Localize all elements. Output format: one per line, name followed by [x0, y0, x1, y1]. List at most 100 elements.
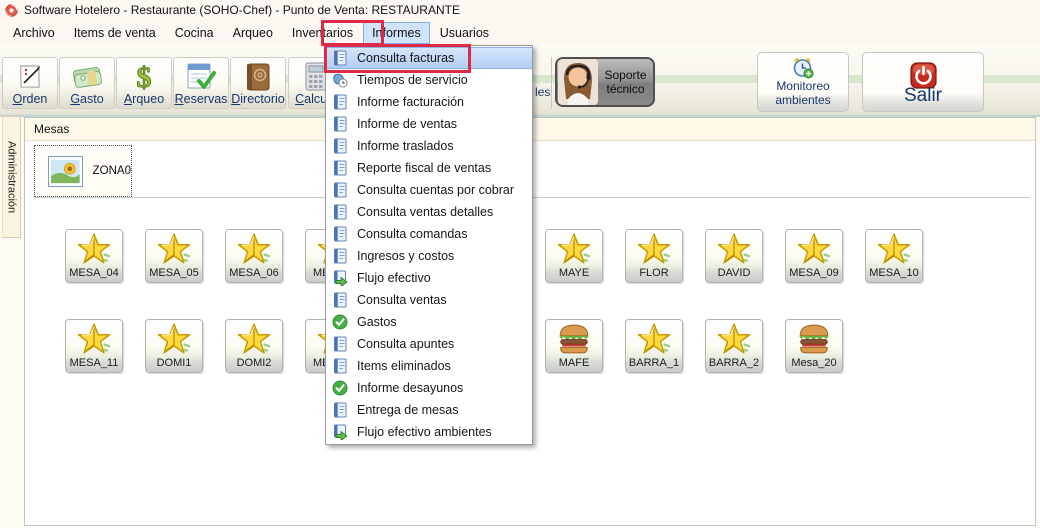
- mesa-label: DOMI1: [146, 357, 202, 369]
- mesa-icon: [636, 322, 672, 356]
- menu-bar-item[interactable]: Usuarios: [431, 22, 498, 44]
- dropdown-menu-item-label: Items eliminados: [357, 359, 451, 373]
- dropdown-menu-item-label: Consulta comandas: [357, 227, 467, 241]
- mesa-label: BARRA_2: [706, 357, 762, 369]
- mesa-button[interactable]: MAYE: [545, 229, 603, 283]
- mesa-label: MAYE: [546, 267, 602, 279]
- dropdown-menu-item[interactable]: Consulta cuentas por cobrar: [326, 179, 532, 201]
- menu-item-icon: [332, 182, 348, 198]
- menu-bar: Archivo Items de venta Cocina Arqueo Inv…: [0, 20, 1040, 45]
- menu-bar-item[interactable]: Arqueo: [224, 22, 282, 44]
- dropdown-menu-item[interactable]: Ingresos y costos: [326, 245, 532, 267]
- menu-item-icon: [332, 204, 348, 220]
- dropdown-menu-item-label: Informe facturación: [357, 95, 464, 109]
- dropdown-menu-item[interactable]: Consulta comandas: [326, 223, 532, 245]
- zone-image-icon: [48, 156, 83, 187]
- informes-dropdown-menu: Consulta facturas Tiempos de servicio In…: [325, 45, 533, 445]
- directorio-button[interactable]: Directorio: [230, 57, 286, 109]
- menu-item-icon: [332, 402, 348, 418]
- mesa-label: DAVID: [706, 267, 762, 279]
- annotation-box-informes: [321, 20, 384, 46]
- monitoreo-ambientes-button[interactable]: Monitoreo ambientes: [757, 52, 849, 112]
- app-window: Software Hotelero - Restaurante (SOHO-Ch…: [0, 0, 1040, 528]
- directory-book-icon: [243, 61, 273, 93]
- clipped-button-label-fragment: les: [535, 85, 550, 99]
- dropdown-menu-item-label: Tiempos de servicio: [357, 73, 468, 87]
- mesa-icon: [156, 322, 192, 356]
- gasto-button[interactable]: Gasto: [59, 57, 115, 109]
- salir-button[interactable]: Salir: [862, 52, 984, 112]
- dropdown-menu-item[interactable]: Flujo efectivo ambientes: [326, 421, 532, 443]
- mesa-label: MESA_04: [66, 267, 122, 279]
- title-bar: Software Hotelero - Restaurante (SOHO-Ch…: [0, 0, 1040, 20]
- mesa-button[interactable]: DOMI2: [225, 319, 283, 373]
- monitor-clock-icon: [792, 57, 814, 79]
- dropdown-menu-item[interactable]: Informe traslados: [326, 135, 532, 157]
- mesa-label: MESA_11: [66, 357, 122, 369]
- dropdown-menu-item-label: Ingresos y costos: [357, 249, 454, 263]
- dropdown-menu-item[interactable]: Consulta ventas: [326, 289, 532, 311]
- reservas-button[interactable]: Reservas: [173, 57, 229, 109]
- mesa-icon: [716, 232, 752, 266]
- dropdown-menu-item[interactable]: Informe facturación: [326, 91, 532, 113]
- dropdown-menu-item-label: Flujo efectivo ambientes: [357, 425, 492, 439]
- support-agent-photo: [558, 59, 598, 105]
- menu-item-icon: [332, 314, 348, 330]
- mesa-label: MESA_05: [146, 267, 202, 279]
- dropdown-menu-item[interactable]: Gastos: [326, 311, 532, 333]
- sidebar-tab-administracion[interactable]: Administración: [2, 116, 21, 238]
- menu-item-icon: [332, 226, 348, 242]
- mesa-button[interactable]: FLOR: [625, 229, 683, 283]
- mesa-button[interactable]: DAVID: [705, 229, 763, 283]
- menu-item-icon: [332, 116, 348, 132]
- arqueo-button[interactable]: $ Arqueo: [116, 57, 172, 109]
- dropdown-menu-item[interactable]: Entrega de mesas: [326, 399, 532, 421]
- dropdown-menu-item-label: Gastos: [357, 315, 397, 329]
- dropdown-menu-item-label: Informe de ventas: [357, 117, 457, 131]
- dropdown-menu-item-label: Flujo efectivo: [357, 271, 431, 285]
- mesa-icon: [556, 232, 592, 266]
- dollar-icon: $: [128, 61, 160, 93]
- mesa-icon: [876, 232, 912, 266]
- mesa-button[interactable]: BARRA_2: [705, 319, 763, 373]
- mesa-icon: [556, 322, 592, 356]
- mesa-button[interactable]: MESA_06: [225, 229, 283, 283]
- dropdown-menu-item-label: Consulta ventas: [357, 293, 447, 307]
- mesa-label: FLOR: [626, 267, 682, 279]
- dropdown-menu-item[interactable]: Items eliminados: [326, 355, 532, 377]
- mesa-button[interactable]: MESA_04: [65, 229, 123, 283]
- mesa-label: MESA_10: [866, 267, 922, 279]
- money-icon: [70, 61, 104, 93]
- dropdown-menu-item-label: Consulta cuentas por cobrar: [357, 183, 514, 197]
- monitoreo-ambientes-label: Monitoreo ambientes: [768, 79, 838, 107]
- mesa-button[interactable]: MESA_11: [65, 319, 123, 373]
- mesa-button[interactable]: DOMI1: [145, 319, 203, 373]
- calendar-check-icon: [185, 61, 217, 93]
- soporte-tecnico-button[interactable]: Soporte técnico: [555, 57, 655, 107]
- mesa-button[interactable]: Mesa_20: [785, 319, 843, 373]
- dropdown-menu-item[interactable]: Reporte fiscal de ventas: [326, 157, 532, 179]
- mesa-button[interactable]: MESA_10: [865, 229, 923, 283]
- dropdown-menu-item[interactable]: Flujo efectivo: [326, 267, 532, 289]
- menu-bar-item[interactable]: Items de venta: [65, 22, 165, 44]
- menu-bar-item[interactable]: Archivo: [4, 22, 64, 44]
- orden-button[interactable]: Orden: [2, 57, 58, 109]
- menu-bar-item[interactable]: Cocina: [166, 22, 223, 44]
- dropdown-menu-item[interactable]: Informe de ventas: [326, 113, 532, 135]
- dropdown-menu-item[interactable]: Consulta ventas detalles: [326, 201, 532, 223]
- mesa-button[interactable]: MESA_05: [145, 229, 203, 283]
- mesa-icon: [156, 232, 192, 266]
- dropdown-menu-item-label: Informe traslados: [357, 139, 454, 153]
- dropdown-menu-item[interactable]: Informe desayunos: [326, 377, 532, 399]
- svg-text:$: $: [137, 61, 152, 93]
- mesa-button[interactable]: MAFE: [545, 319, 603, 373]
- sidebar-tab-label: Administración: [6, 141, 18, 213]
- zone-tab-zona0[interactable]: ZONA0: [34, 145, 132, 197]
- mesa-icon: [76, 232, 112, 266]
- mesas-panel-title: Mesas: [34, 122, 69, 136]
- mesa-button[interactable]: MESA_09: [785, 229, 843, 283]
- dropdown-menu-item[interactable]: Consulta apuntes: [326, 333, 532, 355]
- mesa-button[interactable]: BARRA_1: [625, 319, 683, 373]
- mesa-icon: [716, 322, 752, 356]
- menu-item-icon: [332, 138, 348, 154]
